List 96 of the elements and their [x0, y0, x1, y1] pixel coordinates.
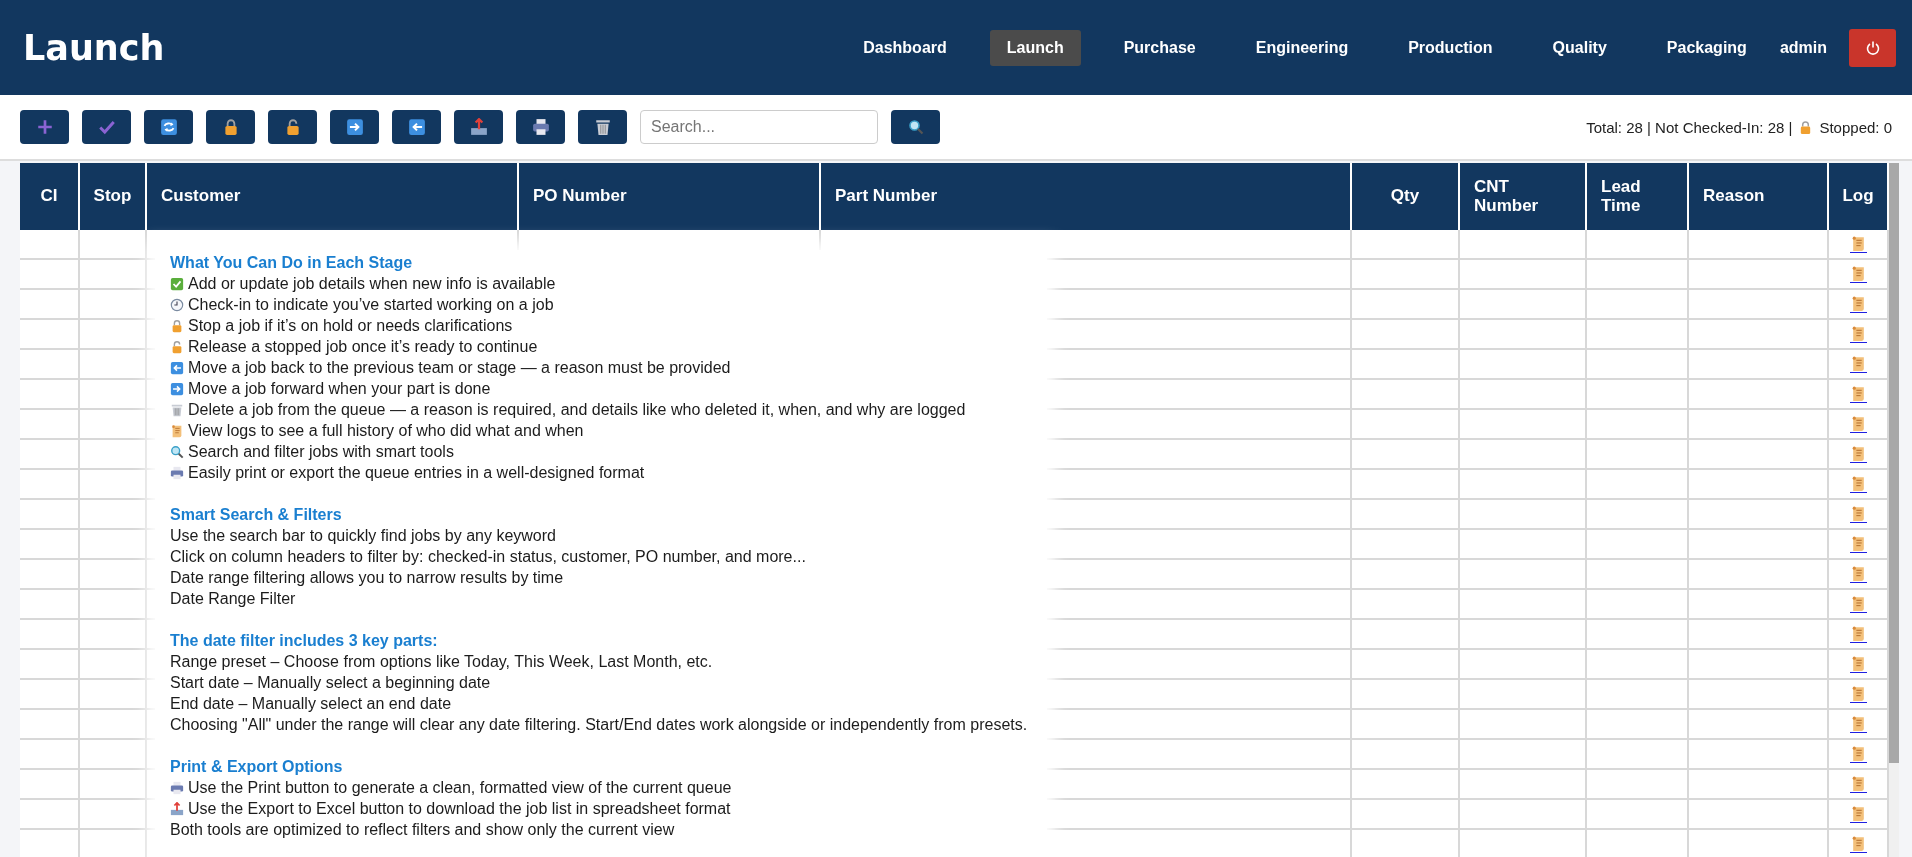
user-name: admin: [1779, 38, 1827, 57]
help-text: Use the search bar to quickly find jobs by any keyword: [170, 526, 556, 546]
log-link[interactable]: [1849, 265, 1867, 283]
toolbar-button[interactable]: [206, 110, 255, 144]
nav-tab[interactable]: Dashboard: [846, 29, 964, 66]
toolbar-button[interactable]: [454, 110, 503, 144]
toolbar-button[interactable]: [392, 110, 441, 144]
nav-tab[interactable]: Packaging: [1649, 29, 1764, 66]
toolbar-button[interactable]: [578, 110, 627, 144]
column-header[interactable]: CNT Number: [1460, 163, 1587, 230]
printer-icon: [170, 465, 184, 480]
column-header[interactable]: CI: [20, 163, 80, 230]
scrollbar[interactable]: [1889, 163, 1899, 857]
column-header[interactable]: PO Number: [519, 163, 821, 230]
log-link[interactable]: [1849, 745, 1867, 763]
section-heading: What You Can Do in Each Stage: [170, 253, 414, 273]
section-heading: Print & Export Options: [170, 757, 344, 777]
column-header[interactable]: Stop: [80, 163, 147, 230]
toolbar-button[interactable]: [268, 110, 317, 144]
help-text: Both tools are optimized to reflect filters and show only the current view: [170, 820, 675, 840]
column-header[interactable]: Lead Time: [1587, 163, 1689, 230]
log-link[interactable]: [1849, 295, 1867, 313]
log-link[interactable]: [1849, 235, 1867, 253]
column-header[interactable]: Customer: [147, 163, 519, 230]
log-link[interactable]: [1849, 475, 1867, 493]
help-text: Release a stopped job once it’s ready to continue: [188, 337, 538, 357]
nav-tab[interactable]: Quality: [1535, 29, 1624, 66]
help-text: Delete a job from the queue — a reason is required, and details like who deleted it, when, and why are logged: [188, 400, 966, 420]
log-link[interactable]: [1849, 715, 1867, 733]
help-text: Add or update job details when new info is available: [188, 274, 556, 294]
help-text: Easily print or export the queue entries in a well-designed format: [188, 463, 645, 483]
export-icon: [170, 801, 184, 816]
help-text: Search and filter jobs with smart tools: [188, 442, 454, 462]
help-text: End date – Manually select an end date: [170, 694, 452, 714]
lock-icon: [170, 318, 184, 333]
help-text: View logs to see a full history of who did what and when: [188, 421, 584, 441]
toolbar-button[interactable]: [516, 110, 565, 144]
checkmark-icon: [170, 276, 184, 291]
help-text: Range preset – Choose from options like Today, This Week, Last Month, etc.: [170, 652, 713, 672]
refresh-icon: [159, 118, 178, 136]
stopped-count: Stopped: 0: [1819, 118, 1892, 136]
log-link[interactable]: [1849, 565, 1867, 583]
search-icon: [907, 119, 924, 135]
help-text: Move a job forward when your part is done: [188, 379, 491, 399]
logout-button[interactable]: [1849, 28, 1896, 67]
log-link[interactable]: [1849, 415, 1867, 433]
trash-icon: [170, 402, 184, 417]
nav-tab[interactable]: Purchase: [1106, 29, 1213, 66]
scroll-icon: [170, 423, 184, 438]
help-text: Stop a job if it’s on hold or needs clarifications: [188, 316, 513, 336]
export-icon: [469, 118, 488, 136]
help-text: Start date – Manually select a beginning date: [170, 673, 491, 693]
nav-tab[interactable]: Launch: [989, 29, 1081, 66]
log-link[interactable]: [1849, 835, 1867, 853]
power-icon: [1864, 39, 1881, 56]
log-link[interactable]: [1849, 595, 1867, 613]
log-link[interactable]: [1849, 445, 1867, 463]
printer-icon: [170, 780, 184, 795]
log-link[interactable]: [1849, 535, 1867, 553]
log-link[interactable]: [1849, 805, 1867, 823]
clock-icon: [170, 297, 184, 312]
toolbar-button[interactable]: [144, 110, 193, 144]
help-text: Check-in to indicate you’ve started working on a job: [188, 295, 554, 315]
trash-icon: [593, 118, 612, 136]
job-stats: Total: 28 | Not Checked-In: 28 |: [1586, 118, 1793, 136]
checkmark-icon: [97, 118, 116, 136]
plus-icon: [35, 118, 54, 136]
section-heading: Smart Search & Filters: [170, 505, 343, 525]
printer-icon: [531, 118, 550, 136]
help-text: Date range filtering allows you to narrow results by time: [170, 568, 564, 588]
help-text: Click on column headers to filter by: checked-in status, customer, PO number, and more...: [170, 547, 806, 567]
log-link[interactable]: [1849, 655, 1867, 673]
log-link[interactable]: [1849, 685, 1867, 703]
section-heading: The date filter includes 3 key parts:: [170, 631, 439, 651]
toolbar-button[interactable]: [330, 110, 379, 144]
help-text: Move a job back to the previous team or stage — a reason must be provided: [188, 358, 731, 378]
help-text: Use the Export to Excel button to download the job list in spreadsheet format: [188, 799, 731, 819]
log-link[interactable]: [1849, 775, 1867, 793]
help-text: Choosing "All" under the range will clear any date filtering. Start/End dates work alongside or independently from presets.: [170, 715, 1028, 735]
log-link[interactable]: [1849, 385, 1867, 403]
log-link[interactable]: [1849, 505, 1867, 523]
nav-tab[interactable]: Engineering: [1238, 29, 1366, 66]
page-title: Launch: [23, 27, 165, 68]
log-link[interactable]: [1849, 625, 1867, 643]
help-text: Date Range Filter: [170, 589, 296, 609]
search-button[interactable]: [891, 110, 940, 144]
log-link[interactable]: [1849, 325, 1867, 343]
search-icon: [170, 444, 184, 459]
column-header[interactable]: Part Number: [821, 163, 1352, 230]
column-header[interactable]: Qty: [1352, 163, 1460, 230]
search-field[interactable]: Search...: [640, 110, 878, 144]
column-header[interactable]: Reason: [1689, 163, 1829, 230]
log-link[interactable]: [1849, 355, 1867, 373]
help-text: Use the Print button to generate a clean, formatted view of the current queue: [188, 778, 732, 798]
unlock-icon: [170, 339, 184, 354]
nav-tab[interactable]: Production: [1391, 29, 1510, 66]
